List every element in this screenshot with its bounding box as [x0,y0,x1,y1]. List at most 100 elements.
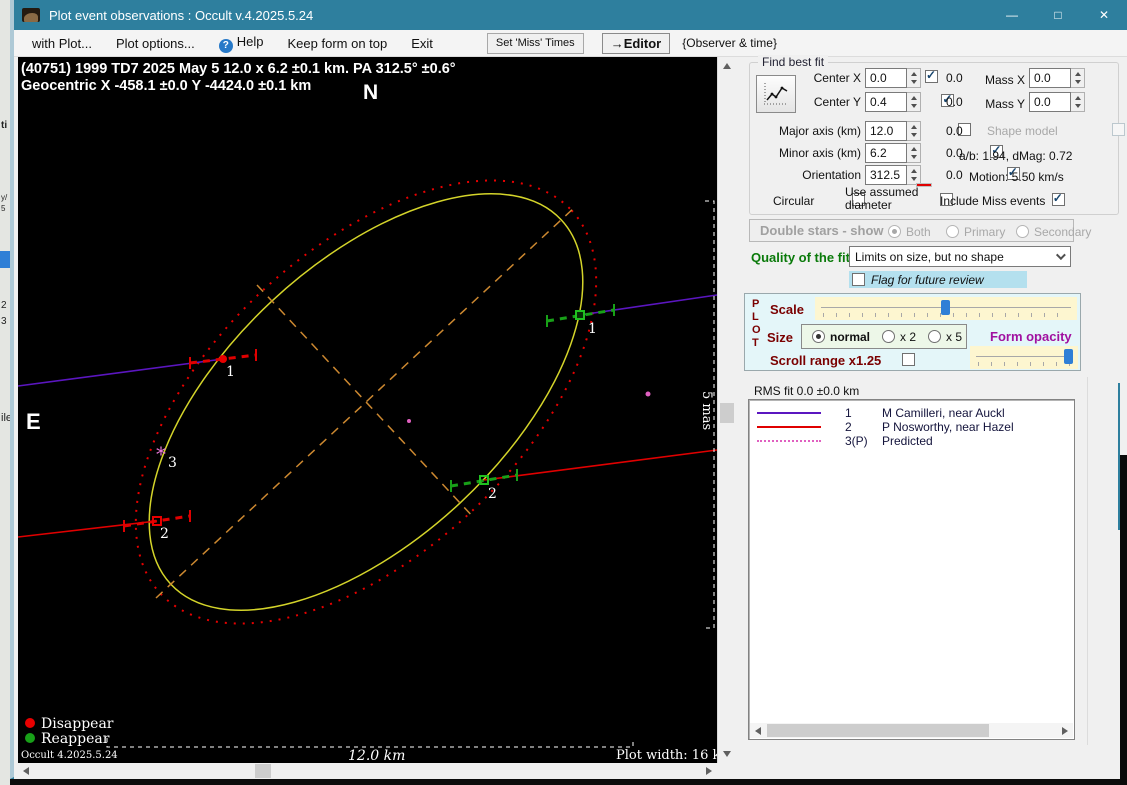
mass-x-input[interactable]: 0.0 [1029,68,1071,88]
scroll-left-icon[interactable] [23,767,29,775]
orientation-spinner[interactable] [907,165,921,185]
size-label: Size [767,330,794,345]
plot-vertical-scrollbar[interactable] [717,57,735,763]
close-button[interactable]: ✕ [1081,0,1127,30]
sliver-selected-row [0,251,10,268]
menu-with-plot[interactable]: with Plot... [26,32,98,55]
major-axis-label: Major axis (km) [778,124,861,138]
opacity-slider[interactable] [970,346,1078,369]
opacity-slider-track [976,356,1072,357]
menu-exit[interactable]: Exit [405,32,439,55]
legend-disappear: Disappear [41,716,114,732]
sliver-fragment: 3 [1,316,7,327]
minimize-button[interactable]: — [989,0,1035,30]
menu-plot-options[interactable]: Plot options... [110,32,201,55]
plot-canvas[interactable]: * 1 1 2 2 3 (40751) 1999 TD7 2025 May 5 … [17,57,733,764]
window-title: Plot event observations : Occult v.4.202… [49,7,314,23]
marker-label-d1: 1 [226,364,235,380]
scroll-right-icon[interactable] [1062,727,1068,735]
minor-axis-spinner[interactable] [907,143,921,163]
menu-keep-on-top[interactable]: Keep form on top [282,32,394,55]
observer-time-label: {Observer & time} [682,36,777,50]
center-y-spinner[interactable] [907,92,921,112]
vertical-scroll-thumb[interactable] [720,403,734,423]
center-x-input[interactable]: 0.0 [865,68,907,88]
include-miss-label: Include Miss events [940,194,1046,208]
scroll-up-icon[interactable] [723,63,731,69]
center-x-spinner[interactable] [907,68,921,88]
chart-icon [764,83,788,105]
major-axis-sigma: 0.0 [946,124,963,138]
observer-row[interactable]: 3(P) Predicted [749,434,1074,448]
double-both-label: Both [906,225,931,239]
mas-label: 5 mas [699,391,714,430]
scroll-right-icon[interactable] [706,767,712,775]
mass-y-label: Mass Y [985,97,1025,111]
major-axis-input[interactable]: 12.0 [865,121,907,141]
minor-axis-label: Minor axis (km) [778,146,861,160]
plot-version: Occult 4.2025.5.24 [21,750,118,761]
opacity-slider-thumb[interactable] [1064,349,1073,364]
center-x-sigma: 0.0 [946,71,963,85]
scroll-range-label: Scroll range x1.25 [770,353,882,368]
minor-axis-input[interactable]: 6.2 [865,143,907,163]
quality-combobox[interactable]: Limits on size, but no shape [849,246,1071,267]
menu-help[interactable]: ? Help [213,30,270,57]
chord2-segment-right [483,449,718,481]
center-y-sigma: 0.0 [946,95,963,109]
horizontal-scroll-thumb[interactable] [255,764,271,778]
maximize-button[interactable]: □ [1035,0,1081,30]
plot-horizontal-scrollbar[interactable] [18,763,717,779]
control-panel: Find best fit Center X 0.0 0.0 Mass X [735,55,1127,779]
scroll-left-icon[interactable] [755,727,761,735]
marker-label-p3: 3 [168,455,177,471]
size-x2-radio[interactable] [882,330,896,343]
scroll-range-checkbox[interactable] [902,353,915,366]
chord2-line-sample [757,426,821,428]
shape-model-checkbox [1112,123,1126,136]
observer-row[interactable]: 2 P Nosworthy, near Hazel [749,420,1074,434]
sliver-fragment: y/ [1,193,8,202]
major-axis-spinner[interactable] [907,121,921,141]
use-assumed-diameter-label: Use assumed diameter [845,185,919,212]
minor-axis-line [256,284,476,520]
plot-width-label: Plot width: 16 km [616,748,717,763]
shape-model-label: Shape model [987,124,1058,138]
center-y-input[interactable]: 0.4 [865,92,907,112]
orientation-label: Orientation [802,168,861,182]
scroll-down-icon[interactable] [723,751,731,757]
scale-slider-thumb[interactable] [941,300,950,315]
set-miss-times-button[interactable]: Set 'Miss' Times [486,32,584,54]
predicted-dot [407,419,411,423]
observer-row[interactable]: 1 M Camilleri, near Auckl [749,406,1074,420]
double-stars-group: Double stars - show Both Primary Seconda… [749,219,1091,242]
double-secondary-radio [1016,225,1029,238]
run-fit-button[interactable] [756,75,796,113]
mass-y-input[interactable]: 0.0 [1029,92,1071,112]
observer-number: 3(P) [845,434,868,448]
editor-button[interactable]: →Editor [601,32,671,54]
occultation-plot: * 1 1 2 2 3 (40751) 1999 TD7 2025 May 5 … [17,61,733,764]
flag-review-checkbox[interactable] [852,273,865,286]
mass-x-spinner[interactable] [1071,68,1085,88]
size-x5-radio[interactable] [928,330,942,343]
orientation-input[interactable]: 312.5 [865,165,907,185]
sliver-fragment: 2 [1,300,7,311]
size-radio-group: normal x 2 x 5 [801,324,967,349]
observer-list-hscrollbar[interactable] [750,723,1073,738]
size-normal-radio[interactable] [812,330,825,343]
window-content: * 1 1 2 2 3 (40751) 1999 TD7 2025 May 5 … [14,55,1127,779]
scale-slider[interactable] [815,297,1077,320]
center-x-fit-checkbox[interactable] [925,68,938,83]
background-window-sliver: ti y/ 5 2 3 ile [0,0,10,785]
sliver-fragment: 5 [1,204,6,213]
plot-header-line2: Geocentric X -458.1 ±0.0 Y -4424.0 ±0.1 … [21,78,311,94]
observer-list[interactable]: 1 M Camilleri, near Auckl 2 P Nosworthy,… [748,399,1075,740]
mass-y-spinner[interactable] [1071,92,1085,112]
observer-number: 1 [845,406,852,420]
size-x5-label: x 5 [946,329,963,344]
marker-label-r1: 1 [588,321,597,337]
include-miss-checkbox[interactable] [1051,191,1065,206]
size-normal-label: normal [830,329,871,344]
observer-list-scroll-thumb[interactable] [767,724,989,737]
